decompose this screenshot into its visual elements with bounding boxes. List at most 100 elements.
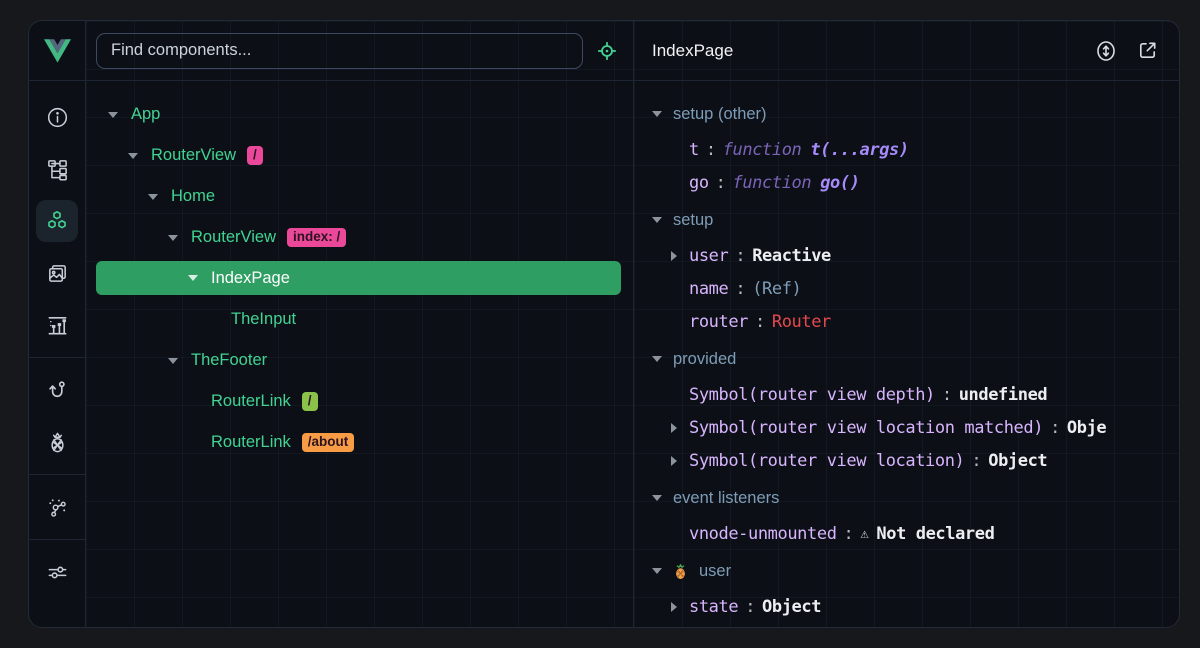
state-value: Obje — [1067, 418, 1106, 438]
state-row-vnode-unmounted: vnode-unmounted : ⚠ Not declared — [634, 517, 1179, 550]
state-key: go — [689, 173, 709, 193]
tree-row-thefooter[interactable]: TheFooter — [96, 340, 621, 381]
state-key: Symbol(router view depth) — [689, 385, 935, 405]
section-header[interactable]: provided — [634, 340, 1179, 378]
sidebar-item-graph[interactable] — [36, 486, 78, 528]
state-row-name: name : (Ref) — [634, 272, 1179, 305]
route-badge: index: / — [287, 228, 346, 247]
section-header[interactable]: user — [634, 552, 1179, 590]
warning-icon: ⚠ — [860, 526, 868, 542]
component-label: IndexPage — [211, 269, 290, 288]
sidebar-item-timeline[interactable] — [36, 304, 78, 346]
vue-devtools-window: App RouterView / Home RouterView index: … — [28, 20, 1180, 628]
state-row-user[interactable]: user : Reactive — [634, 239, 1179, 272]
section-setup: setup user : Reactive name : (Ref) — [634, 201, 1179, 340]
tree-row-indexpage-selected[interactable]: IndexPage — [96, 261, 621, 295]
state-row-state[interactable]: state : Object — [634, 590, 1179, 623]
inspector-header: IndexPage — [634, 21, 1179, 81]
chevron-down-icon — [168, 358, 178, 364]
component-label: RouterView — [151, 146, 236, 165]
component-label: App — [131, 105, 160, 124]
section-event-listeners: event listeners vnode-unmounted : ⚠ Not … — [634, 479, 1179, 552]
chevron-down-icon — [108, 112, 118, 118]
open-in-editor-button[interactable] — [1134, 37, 1161, 64]
state-key: vnode-unmounted — [689, 524, 837, 544]
settings-icon — [46, 561, 69, 584]
state-row-location-matched[interactable]: Symbol(router view location matched) : O… — [634, 411, 1179, 444]
tree-row-app[interactable]: App — [96, 94, 621, 135]
sidebar-divider — [29, 474, 86, 475]
chevron-right-icon — [671, 456, 677, 466]
component-label: TheFooter — [191, 351, 267, 370]
state-key: Symbol(router view location) — [689, 451, 964, 471]
chevron-down-icon — [168, 235, 178, 241]
section-title: event listeners — [673, 489, 779, 508]
graph-icon — [46, 496, 69, 519]
sidebar-item-router[interactable] — [36, 369, 78, 411]
tree-row-routerlink-home[interactable]: RouterLink / — [96, 381, 621, 422]
route-badge: / — [247, 146, 263, 165]
chevron-right-icon — [671, 251, 677, 261]
select-component-button[interactable] — [593, 37, 621, 65]
screen: App RouterView / Home RouterView index: … — [0, 0, 1200, 648]
component-label: RouterLink — [211, 433, 291, 452]
state-value: undefined — [959, 385, 1048, 405]
info-icon — [46, 106, 69, 129]
chevron-down-icon — [652, 568, 662, 574]
router-icon — [46, 379, 69, 402]
section-title: setup (other) — [673, 105, 767, 124]
sidebar-item-pages[interactable] — [36, 148, 78, 190]
state-row-router-depth: Symbol(router view depth) : undefined — [634, 378, 1179, 411]
tree-row-routerlink-about[interactable]: RouterLink /about — [96, 422, 621, 463]
section-header[interactable]: setup — [634, 201, 1179, 239]
sidebar-item-pinia[interactable] — [36, 421, 78, 463]
tree-row-routerview-nested[interactable]: RouterView index: / — [96, 217, 621, 258]
function-keyword: function — [723, 140, 802, 160]
vue-logo — [29, 21, 85, 81]
component-label: Home — [171, 187, 215, 206]
vue-logo-icon — [44, 39, 71, 63]
scroll-to-component-button[interactable] — [1092, 37, 1120, 65]
state-value: Reactive — [752, 246, 831, 266]
sidebar-item-settings[interactable] — [36, 551, 78, 593]
tree-row-home[interactable]: Home — [96, 176, 621, 217]
component-tree: App RouterView / Home RouterView index: … — [86, 81, 633, 627]
section-header[interactable]: event listeners — [634, 479, 1179, 517]
chevron-down-icon — [652, 495, 662, 501]
tree-row-theinput[interactable]: TheInput — [96, 299, 621, 340]
state-inspector-panel: IndexPage — [634, 21, 1179, 627]
state-row-location[interactable]: Symbol(router view location) : Object — [634, 444, 1179, 477]
section-user-store: user state : Object getters : Object — [634, 552, 1179, 627]
section-provided: provided Symbol(router view depth) : und… — [634, 340, 1179, 479]
state-key: state — [689, 597, 738, 617]
state-key: name — [689, 279, 728, 299]
route-badge: /about — [302, 433, 355, 452]
chevron-right-icon — [671, 423, 677, 433]
component-tree-panel: App RouterView / Home RouterView index: … — [86, 21, 634, 627]
sidebar-item-overview[interactable] — [36, 96, 78, 138]
assets-icon — [46, 262, 69, 285]
section-header[interactable]: setup (other) — [634, 95, 1179, 133]
search-bar — [86, 21, 633, 81]
pinia-store-icon — [673, 563, 688, 580]
sidebar-item-components[interactable] — [36, 200, 78, 242]
sidebar-nav — [29, 81, 85, 627]
state-value: (Ref) — [752, 279, 801, 299]
inspected-component-title: IndexPage — [652, 41, 733, 61]
scroll-to-icon — [1094, 39, 1118, 63]
search-input[interactable] — [96, 33, 583, 69]
state-row-getters[interactable]: getters : Object — [634, 623, 1179, 627]
pages-tree-icon — [46, 158, 69, 181]
timeline-icon — [46, 314, 69, 337]
section-title: provided — [673, 350, 736, 369]
function-keyword: function — [733, 173, 812, 193]
external-link-icon — [1136, 39, 1159, 62]
chevron-down-icon — [128, 153, 138, 159]
state-value: Not declared — [876, 524, 994, 544]
state-tree: setup (other) t : function t(...args) go… — [634, 81, 1179, 627]
chevron-down-icon — [148, 194, 158, 200]
tree-row-routerview[interactable]: RouterView / — [96, 135, 621, 176]
state-row-go: go : function go() — [634, 166, 1179, 199]
sidebar-item-assets[interactable] — [36, 252, 78, 294]
state-key: t — [689, 140, 699, 160]
